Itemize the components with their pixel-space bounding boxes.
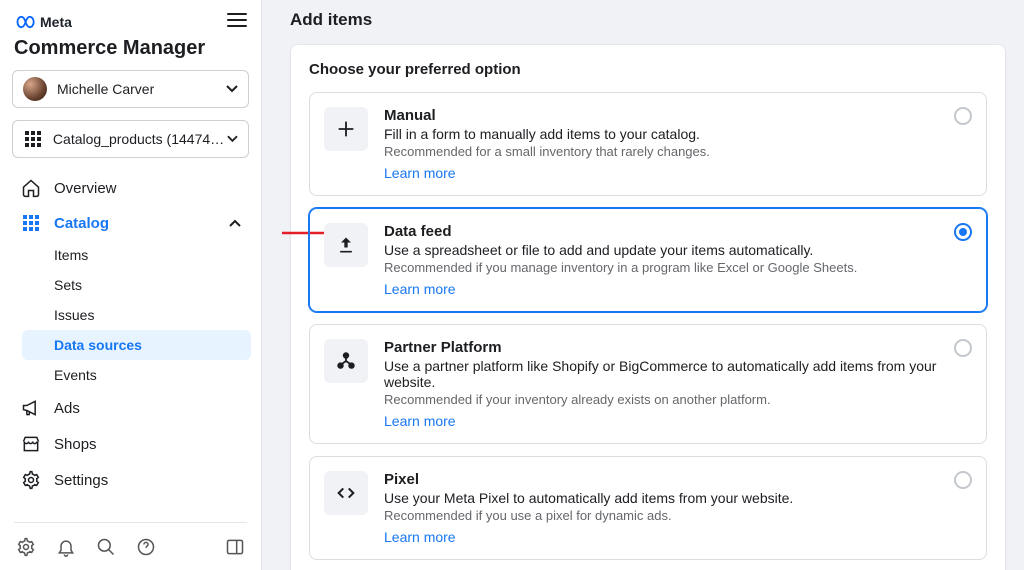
radio[interactable] <box>954 471 972 489</box>
option-rec: Recommended if you use a pixel for dynam… <box>384 508 938 523</box>
nav: Overview Catalog Items Sets Issues Data … <box>10 170 251 514</box>
nav-overview[interactable]: Overview <box>10 170 251 206</box>
nav-label: Shops <box>54 436 97 453</box>
search-icon[interactable] <box>96 537 116 560</box>
learn-more-link[interactable]: Learn more <box>384 413 456 429</box>
avatar <box>23 77 47 101</box>
radio[interactable] <box>954 339 972 357</box>
option-desc: Fill in a form to manually add items to … <box>384 126 938 142</box>
chevron-down-icon <box>227 135 238 143</box>
option-desc: Use a spreadsheet or file to add and upd… <box>384 242 938 258</box>
nav-sub-events[interactable]: Events <box>22 360 251 390</box>
card-title: Choose your preferred option <box>309 61 987 78</box>
nav-shops[interactable]: Shops <box>10 426 251 462</box>
option-partner[interactable]: Partner Platform Use a partner platform … <box>309 324 987 444</box>
user-dropdown[interactable]: Michelle Carver <box>12 70 249 108</box>
meta-infinity-icon <box>14 15 36 29</box>
option-title: Partner Platform <box>384 339 938 356</box>
option-desc: Use your Meta Pixel to automatically add… <box>384 490 938 506</box>
bell-icon[interactable] <box>56 537 76 560</box>
learn-more-link[interactable]: Learn more <box>384 165 456 181</box>
option-data-feed[interactable]: Data feed Use a spreadsheet or file to a… <box>309 208 987 312</box>
app-root: Meta Commerce Manager Michelle Carver Ca… <box>0 0 1024 570</box>
nav-sub-data-sources[interactable]: Data sources <box>22 330 251 360</box>
panel-toggle-icon[interactable] <box>225 544 245 560</box>
catalog-label: Catalog_products (14474070... <box>53 131 227 147</box>
gear-icon[interactable] <box>16 537 36 560</box>
nav-label: Settings <box>54 472 108 489</box>
catalog-dropdown[interactable]: Catalog_products (14474070... <box>12 120 249 158</box>
hamburger-icon[interactable] <box>227 12 247 31</box>
nav-label: Catalog <box>54 215 109 232</box>
nav-catalog-sub: Items Sets Issues Data sources Events <box>10 240 251 390</box>
option-rec: Recommended if you manage inventory in a… <box>384 260 938 275</box>
option-title: Manual <box>384 107 938 124</box>
nav-sub-items[interactable]: Items <box>22 240 251 270</box>
upload-icon <box>324 223 368 267</box>
radio[interactable] <box>954 107 972 125</box>
user-name: Michelle Carver <box>57 81 154 97</box>
nav-label: Overview <box>54 180 117 197</box>
options-card: Choose your preferred option Manual Fill… <box>290 44 1006 570</box>
brand-name: Meta <box>40 14 72 30</box>
plus-icon <box>324 107 368 151</box>
nav-sub-issues[interactable]: Issues <box>22 300 251 330</box>
code-icon <box>324 471 368 515</box>
option-title: Pixel <box>384 471 938 488</box>
option-pixel[interactable]: Pixel Use your Meta Pixel to automatical… <box>309 456 987 560</box>
option-title: Data feed <box>384 223 938 240</box>
home-icon <box>20 178 42 198</box>
nav-ads[interactable]: Ads <box>10 390 251 426</box>
meta-logo: Meta <box>14 14 72 30</box>
nav-catalog[interactable]: Catalog <box>10 206 251 240</box>
storefront-icon <box>20 434 42 454</box>
catalog-grid-icon <box>23 128 43 150</box>
product-title: Commerce Manager <box>10 35 251 70</box>
sidebar: Meta Commerce Manager Michelle Carver Ca… <box>0 0 262 570</box>
main: Add items Choose your preferred option M… <box>262 0 1024 570</box>
nav-label: Ads <box>54 400 80 417</box>
chevron-down-icon <box>226 85 238 93</box>
chevron-up-icon <box>229 219 241 227</box>
help-icon[interactable] <box>136 537 156 560</box>
page-title: Add items <box>290 10 1006 44</box>
nav-sub-sets[interactable]: Sets <box>22 270 251 300</box>
grid-icon <box>20 214 42 232</box>
megaphone-icon <box>20 398 42 418</box>
nav-settings[interactable]: Settings <box>10 462 251 498</box>
sidebar-footer <box>10 531 251 562</box>
option-rec: Recommended for a small inventory that r… <box>384 144 938 159</box>
divider <box>14 522 247 523</box>
learn-more-link[interactable]: Learn more <box>384 529 456 545</box>
learn-more-link[interactable]: Learn more <box>384 281 456 297</box>
option-desc: Use a partner platform like Shopify or B… <box>384 358 938 390</box>
sidebar-header: Meta <box>10 12 251 31</box>
network-icon <box>324 339 368 383</box>
radio[interactable] <box>954 223 972 241</box>
option-rec: Recommended if your inventory already ex… <box>384 392 938 407</box>
option-manual[interactable]: Manual Fill in a form to manually add it… <box>309 92 987 196</box>
gear-icon <box>20 470 42 490</box>
